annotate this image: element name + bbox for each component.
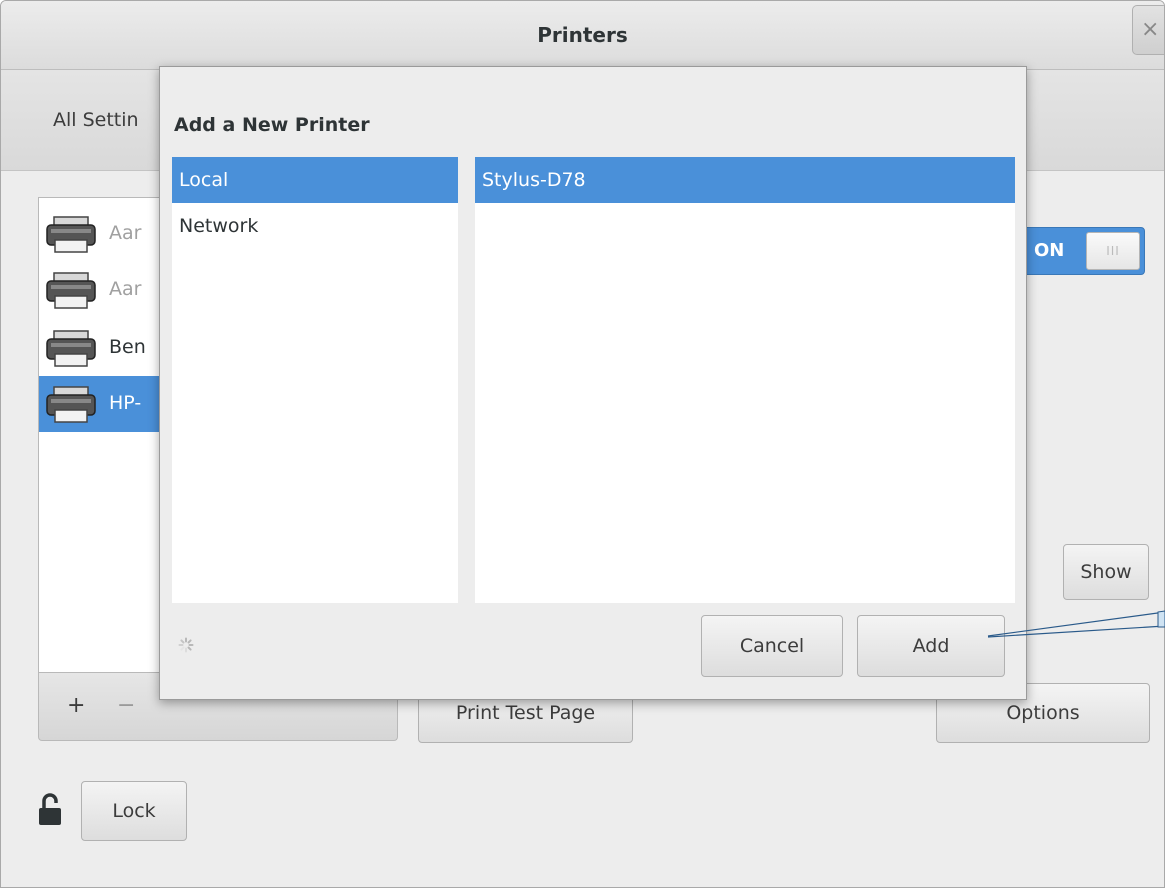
all-settings-button[interactable]: All Settin bbox=[53, 109, 139, 131]
printer-name: Aar bbox=[109, 278, 142, 300]
printer-name: Aar bbox=[109, 222, 142, 244]
remove-printer-button[interactable]: − bbox=[117, 693, 135, 718]
printer-name: HP- bbox=[109, 392, 142, 414]
close-button[interactable]: × bbox=[1132, 5, 1164, 55]
printer-icon bbox=[46, 272, 96, 309]
add-printer-button[interactable]: + bbox=[67, 693, 85, 718]
printer-name: Ben bbox=[109, 336, 146, 358]
category-list[interactable]: Local Network bbox=[172, 157, 458, 603]
printer-icon bbox=[46, 386, 96, 423]
window-titlebar: Printers × bbox=[1, 1, 1164, 70]
device-item-stylus-d78[interactable]: Stylus-D78 bbox=[475, 157, 1015, 203]
window-title: Printers bbox=[537, 23, 628, 47]
category-item-local[interactable]: Local bbox=[172, 157, 458, 203]
add-button[interactable]: Add bbox=[857, 615, 1005, 677]
dialog-title: Add a New Printer bbox=[174, 114, 370, 136]
add-printer-dialog: Add a New Printer Local Network Stylus-D… bbox=[159, 66, 1027, 700]
printer-icon bbox=[46, 216, 96, 253]
device-list[interactable]: Stylus-D78 bbox=[475, 157, 1015, 603]
spinner-icon bbox=[178, 637, 194, 653]
show-jobs-button[interactable]: Show bbox=[1063, 544, 1149, 600]
toggle-label: ON bbox=[1034, 240, 1065, 261]
close-icon: × bbox=[1141, 17, 1160, 42]
toggle-knob[interactable]: III bbox=[1086, 232, 1140, 270]
printer-power-toggle[interactable]: ON III bbox=[1021, 227, 1145, 275]
printer-icon bbox=[46, 330, 96, 367]
cancel-button[interactable]: Cancel bbox=[701, 615, 843, 677]
lock-open-icon[interactable] bbox=[37, 793, 63, 827]
category-item-network[interactable]: Network bbox=[172, 203, 458, 249]
lock-button[interactable]: Lock bbox=[81, 781, 187, 841]
